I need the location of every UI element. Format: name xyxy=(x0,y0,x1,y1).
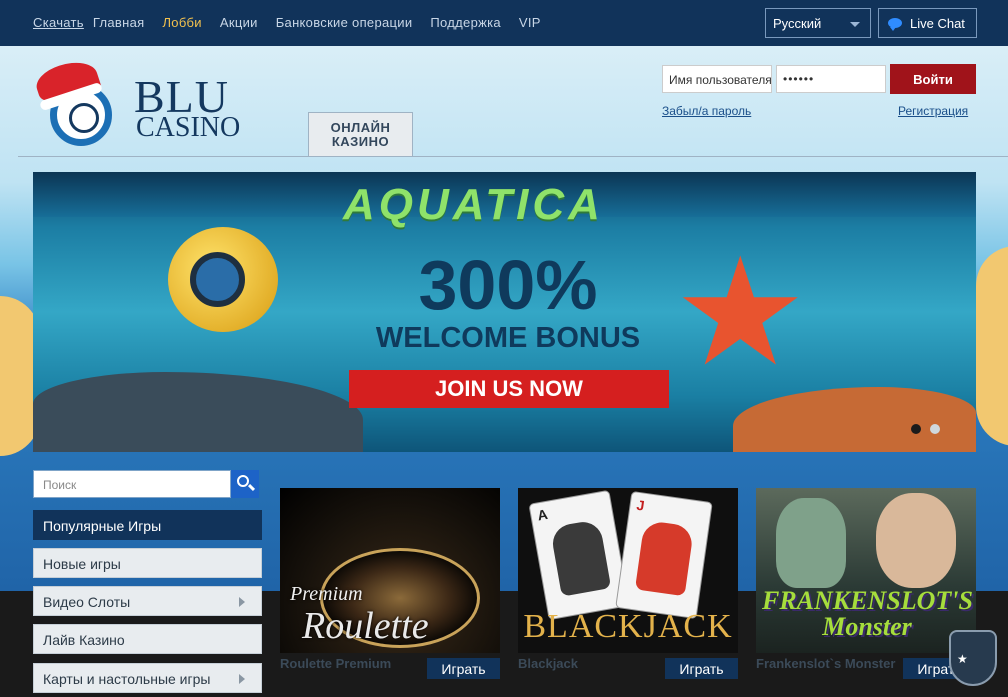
game-thumbnail-roulette[interactable]: Premium Roulette xyxy=(280,488,500,653)
play-button[interactable]: Играть xyxy=(665,658,738,679)
sidebar-item-new[interactable]: Новые игры xyxy=(33,548,262,578)
game-art-title: Premium xyxy=(290,583,363,605)
sidebar-item-live-casino[interactable]: Лайв Казино xyxy=(33,624,262,654)
username-input[interactable]: Имя пользователя xyxy=(662,65,772,93)
game-thumbnail-blackjack[interactable]: A J BLACKJACK xyxy=(518,488,738,653)
carousel-dot-active[interactable] xyxy=(911,424,921,434)
play-button[interactable]: Играть xyxy=(427,658,500,679)
top-navigation-bar: Скачать Главная Лобби Акции Банковские о… xyxy=(0,0,1008,46)
nav-item-support[interactable]: Поддержка xyxy=(430,15,501,30)
game-title[interactable]: Blackjack xyxy=(518,656,578,671)
card-rank: A xyxy=(536,505,549,524)
playing-card-icon: A xyxy=(528,489,630,621)
reef-coral xyxy=(733,387,976,452)
sidebar-item-video-slots[interactable]: Видео Слоты xyxy=(33,586,262,616)
login-button[interactable]: Войти xyxy=(890,64,976,94)
sidebar-item-label: Лайв Казино xyxy=(43,632,125,648)
sidebar-item-label: Популярные Игры xyxy=(43,518,162,534)
promo-banner[interactable]: AQUATICA 300% WELCOME BONUS JOIN US NOW xyxy=(33,172,976,452)
sidebar-item-label: Новые игры xyxy=(43,556,121,572)
license-badge[interactable]: ★ xyxy=(949,630,997,686)
sand-decoration xyxy=(976,246,1008,446)
nav-item-vip[interactable]: VIP xyxy=(519,15,541,30)
download-link[interactable]: Скачать xyxy=(33,15,84,30)
game-art-title: FRANKENSLOT'S Monster xyxy=(762,586,973,641)
live-chat-button[interactable]: Live Chat xyxy=(878,8,977,38)
chevron-right-icon xyxy=(239,597,245,607)
nav-item-home[interactable]: Главная xyxy=(93,15,145,30)
search-input[interactable]: Поиск xyxy=(33,470,231,498)
chevron-right-icon xyxy=(239,674,245,684)
playing-card-icon: J xyxy=(615,490,713,620)
nav-item-banking[interactable]: Банковские операции xyxy=(276,15,413,30)
game-thumbnail-frankenslots[interactable]: FRANKENSLOT'S Monster xyxy=(756,488,976,653)
bonus-headline: WELCOME BONUS xyxy=(375,322,641,354)
nav-item-lobby[interactable]: Лобби xyxy=(162,15,201,30)
card-face xyxy=(549,518,612,597)
sidebar-item-popular[interactable]: Популярные Игры xyxy=(33,510,262,540)
password-input[interactable]: •••••• xyxy=(776,65,886,93)
game-art-title: Roulette xyxy=(302,605,429,647)
card-face xyxy=(634,519,695,597)
logo-text-casino: CASINO xyxy=(136,112,241,143)
bonus-percent: 300% xyxy=(418,246,598,324)
card-rank: J xyxy=(635,496,646,514)
chevron-down-icon xyxy=(850,22,860,27)
nav-item-promotions[interactable]: Акции xyxy=(220,15,258,30)
scientist-character xyxy=(876,493,956,588)
game-title[interactable]: Frankenslot`s Monster xyxy=(756,656,895,671)
star-icon: ★ xyxy=(957,652,968,666)
live-chat-label: Live Chat xyxy=(910,16,965,31)
game-art-title: BLACKJACK xyxy=(523,608,733,645)
monster-character xyxy=(776,498,846,588)
blu-casino-logo[interactable]: BLU CASINO xyxy=(32,55,241,147)
sidebar-item-label: Карты и настольные игры xyxy=(43,671,211,687)
header-divider xyxy=(18,156,1008,157)
main-menu: Скачать Главная Лобби Акции Банковские о… xyxy=(33,15,541,30)
forgot-password-link[interactable]: Забыл/а пароль xyxy=(662,104,751,118)
sidebar-item-table-games[interactable]: Карты и настольные игры xyxy=(33,663,262,693)
tab-online-casino[interactable]: ОНЛАЙН КАЗИНО xyxy=(308,112,413,157)
join-now-button[interactable]: JOIN US NOW xyxy=(349,370,669,408)
aquatica-logo: AQUATICA xyxy=(343,180,604,229)
register-link[interactable]: Регистрация xyxy=(898,104,968,118)
search-button[interactable] xyxy=(231,470,259,498)
carousel-dot[interactable] xyxy=(930,424,940,434)
language-value: Русский xyxy=(773,16,822,31)
game-title[interactable]: Roulette Premium xyxy=(280,656,391,671)
sidebar-item-label: Видео Слоты xyxy=(43,594,131,610)
search-icon-handle xyxy=(247,483,256,492)
chat-bubble-icon xyxy=(888,18,902,31)
language-select[interactable]: Русский xyxy=(765,8,871,38)
reef-rocks xyxy=(33,372,363,452)
